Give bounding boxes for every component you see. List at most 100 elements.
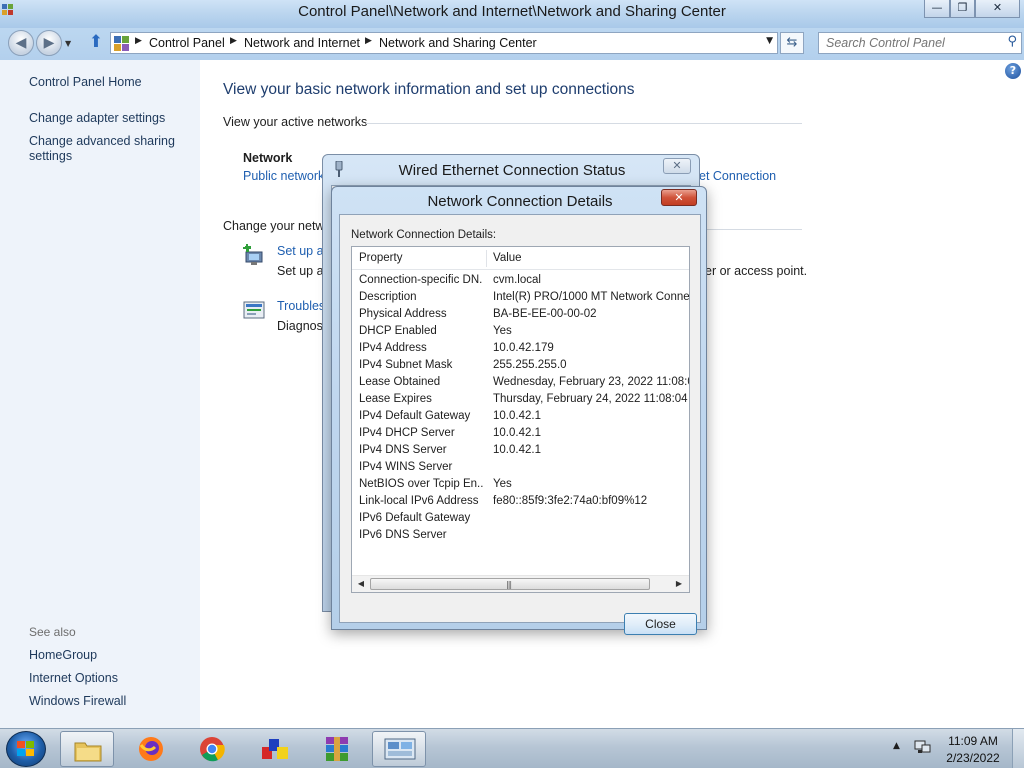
control-panel-icon (114, 36, 129, 51)
taskbar-winrar[interactable] (310, 731, 364, 767)
status-dialog-title: Wired Ethernet Connection Status (398, 162, 626, 179)
table-row[interactable]: DHCP Enabled Yes (352, 323, 689, 340)
help-icon[interactable]: ? (1005, 63, 1021, 79)
network-type-link[interactable]: Public network (243, 169, 324, 183)
sidebar-link-advanced-sharing[interactable]: Change advanced sharing (29, 134, 175, 149)
table-row[interactable]: NetBIOS over Tcpip En... Yes (352, 476, 689, 493)
troubleshoot-link[interactable]: Troubles (277, 299, 325, 313)
value-cell: Thursday, February 24, 2022 11:08:04 AM (493, 393, 689, 405)
value-cell: 10.0.42.1 (493, 410, 541, 422)
sidebar: Control Panel Home Change adapter settin… (0, 60, 200, 728)
value-cell: BA-BE-EE-00-00-02 (493, 308, 597, 320)
start-button[interactable] (6, 731, 46, 767)
chevron-down-icon[interactable]: ▼ (766, 36, 773, 46)
recent-pages-dropdown[interactable]: ▼ (65, 39, 71, 48)
up-level-button[interactable]: ⬆ (86, 32, 106, 54)
value-cell: 10.0.42.1 (493, 427, 541, 439)
taskbar-control-panel[interactable] (372, 731, 426, 767)
sidebar-link-internet-options[interactable]: Internet Options (29, 671, 118, 686)
sidebar-link-change-adapter[interactable]: Change adapter settings (29, 111, 165, 126)
taskbar: ▲ 11:09 AM 2/23/2022 (0, 728, 1024, 768)
change-settings-label: Change your netwo (223, 219, 332, 233)
back-arrow-icon: ◀ (15, 35, 27, 51)
property-cell: IPv4 DHCP Server (359, 427, 455, 439)
sidebar-link-homegroup[interactable]: HomeGroup (29, 648, 97, 663)
forward-arrow-icon: ▶ (43, 35, 55, 51)
sidebar-link-windows-firewall[interactable]: Windows Firewall (29, 694, 126, 709)
show-hidden-icons[interactable]: ▲ (893, 741, 900, 751)
column-header-value[interactable]: Value (486, 247, 689, 270)
table-row[interactable]: IPv6 DNS Server (352, 527, 689, 544)
close-window-button[interactable]: ✕ (975, 0, 1020, 18)
taskbar-chrome[interactable] (186, 731, 240, 767)
horizontal-scrollbar[interactable]: ◀ ||| ▶ (352, 575, 689, 592)
table-row[interactable]: IPv4 DNS Server 10.0.42.1 (352, 442, 689, 459)
forward-button[interactable]: ▶ (36, 30, 62, 56)
chevron-right-icon[interactable]: ▶ (135, 36, 142, 46)
details-dialog-body: Network Connection Details: Property Val… (339, 214, 701, 635)
page-title: View your basic network information and … (223, 81, 635, 98)
clock-date[interactable]: 2/23/2022 (940, 751, 1006, 765)
title-bar: Control Panel\Network and Internet\Netwo… (0, 0, 1024, 28)
scroll-left-icon[interactable]: ◀ (354, 576, 368, 592)
show-desktop-button[interactable] (1012, 729, 1024, 768)
value-cell: cvm.local (493, 274, 541, 286)
restore-button[interactable]: ❐ (950, 0, 975, 18)
table-row[interactable]: Physical Address BA-BE-EE-00-00-02 (352, 306, 689, 323)
table-row[interactable]: Link-local IPv6 Address fe80::85f9:3fe2:7… (352, 493, 689, 510)
table-row[interactable]: IPv4 Subnet Mask 255.255.255.0 (352, 357, 689, 374)
close-button[interactable]: Close (624, 613, 697, 635)
setup-connection-icon (243, 244, 263, 265)
property-cell: IPv6 Default Gateway (359, 512, 471, 524)
property-cell: Link-local IPv6 Address (359, 495, 479, 507)
clock-time[interactable]: 11:09 AM (940, 734, 1006, 748)
table-row[interactable]: IPv4 Address 10.0.42.179 (352, 340, 689, 357)
network-name: Network (243, 151, 293, 165)
search-input[interactable] (819, 33, 999, 53)
chevron-right-icon[interactable]: ▶ (365, 36, 372, 46)
breadcrumb-sharing-center[interactable]: Network and Sharing Center (379, 36, 537, 50)
property-cell: Lease Obtained (359, 376, 441, 388)
app-blocks-icon (262, 739, 288, 759)
search-icon[interactable]: ⚲ (1007, 34, 1017, 49)
table-row[interactable]: Lease Expires Thursday, February 24, 2022… (352, 391, 689, 408)
scroll-right-icon[interactable]: ▶ (672, 576, 686, 592)
taskbar-explorer[interactable] (60, 731, 114, 767)
table-row[interactable]: IPv4 Default Gateway 10.0.42.1 (352, 408, 689, 425)
column-header-property[interactable]: Property (352, 247, 486, 270)
windows-logo-icon (17, 741, 34, 756)
refresh-button[interactable]: ⇆ (780, 32, 804, 54)
taskbar-app[interactable] (248, 731, 302, 767)
table-row[interactable]: IPv6 Default Gateway (352, 510, 689, 527)
breadcrumb-network-internet[interactable]: Network and Internet (244, 36, 360, 50)
status-dialog-close-button[interactable]: ✕ (663, 158, 691, 174)
value-cell: 10.0.42.1 (493, 444, 541, 456)
back-button[interactable]: ◀ (8, 30, 34, 56)
sidebar-link-control-panel-home[interactable]: Control Panel Home (29, 75, 142, 90)
table-row[interactable]: IPv4 DHCP Server 10.0.42.1 (352, 425, 689, 442)
sidebar-link-advanced-sharing-cont[interactable]: settings (29, 149, 72, 164)
property-cell: IPv4 Subnet Mask (359, 359, 453, 371)
troubleshoot-icon (243, 301, 265, 319)
taskbar-firefox[interactable] (124, 731, 178, 767)
winrar-icon (326, 737, 348, 761)
network-tray-icon[interactable] (914, 738, 932, 756)
setup-connection-desc-tail: er or access point. (705, 264, 808, 278)
address-bar[interactable]: ▶ Control Panel ▶ Network and Internet ▶… (110, 32, 778, 54)
minimize-button[interactable]: — (924, 0, 950, 18)
scrollbar-thumb[interactable]: ||| (370, 578, 650, 590)
control-panel-icon (384, 738, 416, 760)
table-row[interactable]: Connection-specific DN... cvm.local (352, 272, 689, 289)
table-row[interactable]: Description Intel(R) PRO/1000 MT Network … (352, 289, 689, 306)
details-list[interactable]: Property Value Connection-specific DN...… (351, 246, 690, 593)
connection-link[interactable]: et Connection (699, 169, 776, 183)
table-row[interactable]: IPv4 WINS Server (352, 459, 689, 476)
chevron-right-icon[interactable]: ▶ (230, 36, 237, 46)
value-cell: Intel(R) PRO/1000 MT Network Connect (493, 291, 689, 303)
table-row[interactable]: Lease Obtained Wednesday, February 23, 20… (352, 374, 689, 391)
search-box[interactable]: ⚲ (818, 32, 1022, 54)
details-dialog-close-x-button[interactable]: ✕ (661, 189, 697, 206)
breadcrumb-control-panel[interactable]: Control Panel (149, 36, 225, 50)
setup-connection-link[interactable]: Set up a (277, 244, 324, 258)
property-cell: IPv4 WINS Server (359, 461, 453, 473)
